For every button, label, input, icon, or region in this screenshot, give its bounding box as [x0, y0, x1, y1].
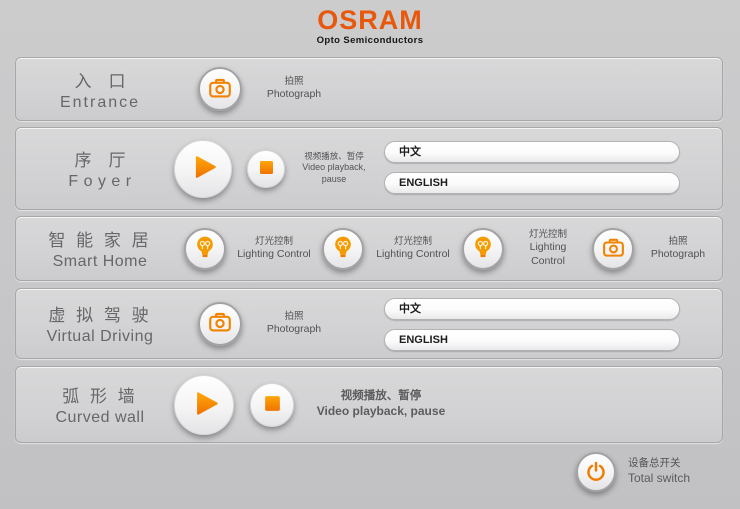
foyer-video-label: 视频播放、暂停 Video playback, pause — [292, 151, 376, 185]
lightbulb-icon — [330, 234, 356, 263]
control-panel: OSRAM Opto Semiconductors 入 口 Entrance 拍… — [0, 0, 740, 509]
lighting-label-en: Lighting Control — [512, 241, 584, 268]
video-label-en: Video playback, pause — [316, 404, 446, 420]
lighting-control-button-1[interactable] — [184, 228, 226, 270]
photo-label-zh: 拍照 — [254, 76, 334, 88]
lighting-control-label-1: 灯光控制 Lighting Control — [234, 236, 314, 262]
virtual-driving-title-zh: 虚 拟 驾 驶 — [16, 301, 184, 326]
lightbulb-icon — [470, 234, 496, 263]
entrance-title-en: Entrance — [16, 94, 184, 112]
smart-home-title: 智 能 家 居 Smart Home — [16, 226, 184, 271]
lighting-label-zh: 灯光控制 — [234, 236, 314, 248]
lighting-control-button-2[interactable] — [322, 228, 364, 270]
lighting-label-en: Lighting Control — [372, 248, 454, 262]
curved-wall-play-button[interactable] — [174, 375, 234, 435]
video-label-zh: 视频播放、暂停 — [316, 389, 446, 404]
foyer-title-zh: 序 厅 — [16, 146, 184, 171]
lighting-control-button-3[interactable] — [462, 228, 504, 270]
panel-curved-wall: 弧 形 墙 Curved wall — [15, 366, 723, 443]
entrance-photo-label: 拍照 Photograph — [254, 76, 334, 102]
lighting-label-zh: 灯光控制 — [512, 229, 584, 241]
panel-smart-home: 智 能 家 居 Smart Home 灯光控制 Lighting Control — [15, 216, 723, 281]
foyer-language-buttons: 中文 ENGLISH — [384, 141, 680, 194]
lighting-control-label-2: 灯光控制 Lighting Control — [372, 236, 454, 262]
photo-label-en: Photograph — [642, 248, 714, 262]
footer-total-switch: 设备总开关 Total switch — [576, 452, 690, 492]
play-icon — [187, 153, 219, 184]
panel-foyer: 序 厅 F o y e r — [15, 127, 723, 210]
play-icon — [188, 389, 221, 421]
virtual-driving-title-en: Virtual Driving — [16, 328, 184, 346]
stop-icon — [259, 160, 274, 178]
virtual-driving-title: 虚 拟 驾 驶 Virtual Driving — [16, 301, 184, 346]
curved-wall-title: 弧 形 墙 Curved wall — [16, 382, 184, 427]
total-switch-label-en: Total switch — [628, 471, 690, 487]
lighting-label-en: Lighting Control — [234, 248, 314, 262]
virtual-driving-photo-label: 拍照 Photograph — [254, 311, 334, 337]
foyer-language-button-chinese[interactable]: 中文 — [384, 141, 680, 163]
virtual-driving-language-buttons: 中文 ENGLISH — [384, 298, 680, 351]
camera-icon — [207, 309, 233, 338]
total-switch-label-zh: 设备总开关 — [628, 457, 690, 471]
header: OSRAM Opto Semiconductors — [0, 6, 740, 46]
camera-icon — [601, 235, 626, 263]
foyer-stop-button[interactable] — [247, 150, 285, 188]
photo-label-en: Photograph — [254, 323, 334, 337]
foyer-title-en: F o y e r — [16, 173, 184, 191]
camera-icon — [207, 75, 233, 104]
curved-wall-title-en: Curved wall — [16, 409, 184, 427]
power-icon — [585, 460, 607, 485]
smart-home-title-zh: 智 能 家 居 — [16, 226, 184, 251]
photo-label-en: Photograph — [254, 88, 334, 102]
smart-home-photo-button[interactable] — [592, 228, 634, 270]
osram-logo-subtitle: Opto Semiconductors — [0, 35, 740, 46]
foyer-title: 序 厅 F o y e r — [16, 146, 184, 191]
video-label-en: Video playback, pause — [292, 162, 376, 185]
virtual-driving-photo-button[interactable] — [198, 302, 242, 346]
stop-icon — [264, 395, 281, 415]
curved-wall-stop-button[interactable] — [250, 383, 294, 427]
entrance-title-zh: 入 口 — [16, 67, 184, 92]
curved-wall-video-label: 视频播放、暂停 Video playback, pause — [316, 389, 446, 420]
lightbulb-icon — [192, 234, 218, 263]
virtual-driving-language-button-chinese[interactable]: 中文 — [384, 298, 680, 320]
osram-logo: OSRAM — [0, 6, 740, 34]
foyer-play-button[interactable] — [174, 140, 232, 198]
total-switch-label: 设备总开关 Total switch — [628, 457, 690, 486]
panel-virtual-driving: 虚 拟 驾 驶 Virtual Driving 拍照 Photograph 中文… — [15, 288, 723, 359]
photo-label-zh: 拍照 — [642, 236, 714, 248]
video-label-zh: 视频播放、暂停 — [292, 151, 376, 162]
smart-home-photo-label: 拍照 Photograph — [642, 236, 714, 262]
entrance-title: 入 口 Entrance — [16, 67, 184, 112]
lighting-label-zh: 灯光控制 — [372, 236, 454, 248]
entrance-photo-button[interactable] — [198, 67, 242, 111]
smart-home-title-en: Smart Home — [16, 253, 184, 271]
virtual-driving-language-button-english[interactable]: ENGLISH — [384, 329, 680, 351]
foyer-language-button-english[interactable]: ENGLISH — [384, 172, 680, 194]
curved-wall-title-zh: 弧 形 墙 — [16, 382, 184, 407]
total-switch-button[interactable] — [576, 452, 616, 492]
photo-label-zh: 拍照 — [254, 311, 334, 323]
panel-entrance: 入 口 Entrance 拍照 Photograph — [15, 57, 723, 121]
lighting-control-label-3: 灯光控制 Lighting Control — [512, 229, 584, 269]
